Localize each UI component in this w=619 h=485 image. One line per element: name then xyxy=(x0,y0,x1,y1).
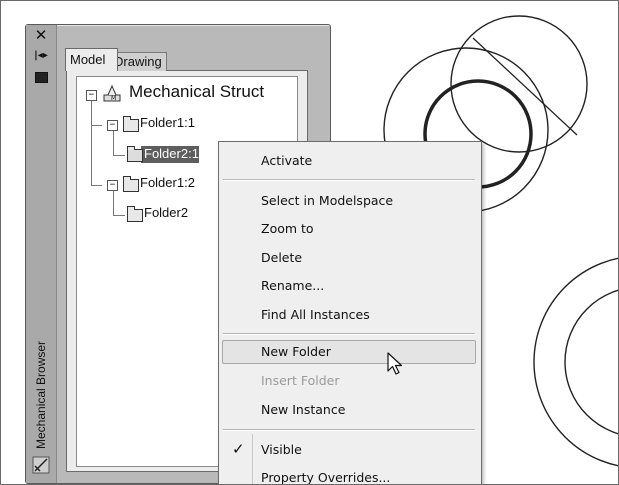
folder-icon xyxy=(127,206,143,222)
close-icon[interactable]: ✕ xyxy=(32,26,50,44)
drawing-circle-bottom-inner xyxy=(564,289,619,435)
menu-item-new-folder[interactable]: New Folder xyxy=(261,344,331,359)
folder-icon xyxy=(123,116,139,132)
tree-connector xyxy=(91,95,92,185)
tree-item-folder2-1[interactable]: Folder2:1 xyxy=(144,146,199,161)
drawing-diagonal-line xyxy=(472,37,578,136)
menu-check-gutter xyxy=(252,434,253,485)
menu-item-visible[interactable]: Visible xyxy=(261,442,302,457)
context-menu: Activate Select in Modelspace Zoom to De… xyxy=(218,141,482,485)
collapse-icon[interactable]: − xyxy=(107,120,118,131)
menu-item-rename[interactable]: Rename... xyxy=(261,278,324,293)
menu-item-find-all-instances[interactable]: Find All Instances xyxy=(261,307,370,322)
drawing-circle-upper-right xyxy=(450,15,588,153)
checkmark-icon: ✓ xyxy=(232,440,245,458)
menu-item-activate[interactable]: Activate xyxy=(261,153,312,168)
mouse-pointer-icon xyxy=(387,352,403,375)
palette-title: Mechanical Browser xyxy=(34,340,48,450)
tree-item-folder1-1[interactable]: Folder1:1 xyxy=(140,115,195,130)
menu-separator xyxy=(223,429,475,431)
menu-item-delete[interactable]: Delete xyxy=(261,250,302,265)
palette-titlebar[interactable]: ✕ |◂▸ Mechanical Browser xyxy=(26,25,57,483)
properties-icon[interactable] xyxy=(32,69,50,85)
menu-item-insert-folder: Insert Folder xyxy=(261,373,340,388)
tree-connector xyxy=(91,185,102,186)
assembly-icon: M xyxy=(103,84,121,102)
folder-icon xyxy=(127,146,143,162)
menu-separator xyxy=(223,333,475,335)
tree-connector xyxy=(113,155,125,156)
collapse-icon[interactable]: − xyxy=(86,90,97,101)
tree-connector xyxy=(113,215,125,216)
menu-item-select-in-modelspace[interactable]: Select in Modelspace xyxy=(261,193,393,208)
menu-item-new-instance[interactable]: New Instance xyxy=(261,402,345,417)
collapse-icon[interactable]: − xyxy=(107,180,118,191)
tree-connector xyxy=(91,125,102,126)
tree-connector xyxy=(113,131,114,155)
menu-separator xyxy=(223,179,475,181)
svg-text:M: M xyxy=(111,95,116,102)
tab-model[interactable]: Model xyxy=(65,48,118,71)
tree-connector xyxy=(113,191,114,215)
tree-root-label[interactable]: Mechanical Struct xyxy=(129,82,264,102)
tree-item-folder1-2[interactable]: Folder1:2 xyxy=(140,175,195,190)
palette-corner-icon[interactable] xyxy=(32,456,50,474)
menu-item-zoom-to[interactable]: Zoom to xyxy=(261,221,314,236)
menu-item-property-overrides[interactable]: Property Overrides... xyxy=(261,470,390,485)
drawing-circle-bottom-outer xyxy=(533,257,619,467)
folder-icon xyxy=(123,176,139,192)
screen: ✕ |◂▸ Mechanical Browser Model Drawing −… xyxy=(0,0,619,485)
tree-item-folder2[interactable]: Folder2 xyxy=(144,205,188,220)
auto-hide-icon[interactable]: |◂▸ xyxy=(32,47,50,63)
